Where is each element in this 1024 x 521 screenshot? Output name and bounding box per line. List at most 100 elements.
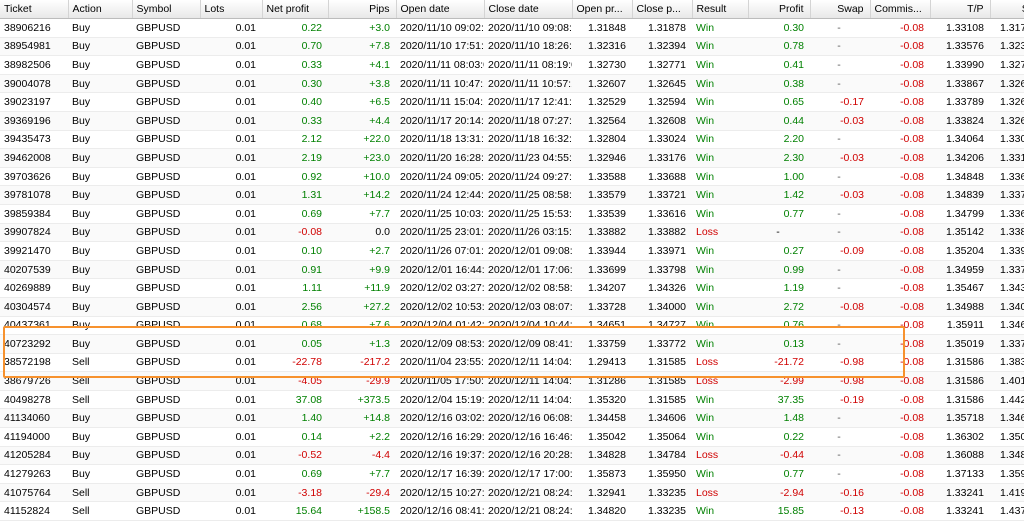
cell-commission: -0.08 — [870, 334, 930, 354]
table-row[interactable]: 40304574 Buy GBPUSD 0.01 2.56 +27.2 2020/12/02… — [0, 297, 1024, 317]
cell-close-date: 2020/11/10 09:08:... — [484, 18, 572, 38]
table-row[interactable]: 39907824 Buy GBPUSD 0.01 -0.08 0.0 2020/11/25 … — [0, 223, 1024, 243]
col-header-open-date[interactable]: Open date — [396, 0, 485, 19]
table-row[interactable]: 39781078 Buy GBPUSD 0.01 1.31 +14.2 2020/11/24… — [0, 185, 1024, 205]
cell-net-profit: 0.40 — [262, 92, 328, 112]
col-header-action[interactable]: Action — [68, 0, 133, 19]
table-row[interactable]: 41134060 Buy GBPUSD 0.01 1.40 +14.8 2020/12/16… — [0, 408, 1024, 429]
col-header-result[interactable]: Result — [692, 0, 749, 19]
table-row[interactable]: 39921470 Buy GBPUSD 0.01 0.10 +2.7 2020/11/26 … — [0, 241, 1024, 261]
table-row[interactable]: 40437361 Buy GBPUSD 0.01 0.68 +7.6 2020/12/04 … — [0, 316, 1024, 336]
table-row[interactable]: 38679726 Sell GBPUSD 0.01 -4.05 -29.9 2020/11/… — [0, 371, 1024, 391]
table-row[interactable]: 39703626 Buy GBPUSD 0.01 0.92 +10.0 2020/11/24… — [0, 167, 1024, 187]
cell-action: Sell — [68, 371, 132, 391]
table-row[interactable]: 39023197 Buy GBPUSD 0.01 0.40 +6.5 2020/11/11 … — [0, 92, 1024, 112]
table-row[interactable]: 39462008 Buy GBPUSD 0.01 2.19 +23.0 2020/11/20… — [0, 148, 1024, 168]
cell-close-date: 2020/12/01 09:08:... — [484, 241, 572, 261]
table-row[interactable]: 38906216 Buy GBPUSD 0.01 0.22 +3.0 2020/11/10 … — [0, 18, 1024, 38]
cell-lots: 0.01 — [200, 334, 262, 354]
cell-pips: +14.2 — [328, 185, 396, 205]
cell-action: Buy — [68, 18, 132, 38]
col-header-open-price[interactable]: Open pr... — [572, 0, 633, 19]
cell-action: Buy — [68, 223, 132, 243]
cell-close-date: 2020/12/04 10:44:... — [484, 316, 572, 336]
cell-symbol: GBPUSD — [132, 111, 200, 131]
cell-ticket: 38906216 — [0, 18, 68, 38]
table-row[interactable]: 41152824 Sell GBPUSD 0.01 15.64 +158.5 2020/12… — [0, 501, 1024, 521]
cell-ticket: 41075764 — [0, 483, 68, 503]
cell-ticket: 39369196 — [0, 111, 68, 131]
cell-swap: -0.98 — [810, 371, 870, 391]
cell-profit: 37.35 — [748, 390, 810, 410]
cell-ticket: 41205284 — [0, 446, 68, 466]
cell-net-profit: 0.68 — [262, 316, 328, 336]
table-row[interactable]: 41205284 Buy GBPUSD 0.01 -0.52 -4.4 2020/12/16… — [0, 446, 1024, 466]
cell-action: Buy — [68, 316, 132, 336]
cell-ticket: 41152824 — [0, 501, 68, 521]
cell-symbol: GBPUSD — [132, 260, 200, 280]
cell-profit: 15.85 — [748, 501, 810, 521]
cell-result: Loss — [692, 223, 748, 243]
table-row[interactable]: 39435473 Buy GBPUSD 0.01 2.12 +22.0 2020/11/18… — [0, 130, 1024, 150]
col-header-sl[interactable]: S/L — [990, 0, 1024, 19]
cell-open-price: 1.32529 — [572, 92, 632, 112]
table-row[interactable]: 39859384 Buy GBPUSD 0.01 0.69 +7.7 2020/11/25 … — [0, 204, 1024, 224]
table-row[interactable]: 38982506 Buy GBPUSD 0.01 0.33 +4.1 2020/11/11 … — [0, 55, 1024, 75]
cell-pips: -4.4 — [328, 446, 396, 466]
cell-pips: +11.9 — [328, 278, 396, 298]
col-header-swap[interactable]: Swap — [810, 0, 871, 19]
col-header-pips[interactable]: Pips — [328, 0, 397, 19]
col-header-net-profit[interactable]: Net profit — [262, 0, 329, 19]
cell-sl: 1.44220 — [990, 390, 1024, 410]
cell-symbol: GBPUSD — [132, 501, 200, 521]
table-row[interactable]: 40269889 Buy GBPUSD 0.01 1.11 +11.9 2020/12/02… — [0, 278, 1024, 298]
cell-close-date: 2020/12/11 14:04:... — [484, 371, 572, 391]
col-header-commission[interactable]: Commis... — [870, 0, 931, 19]
table-row[interactable]: 40498278 Sell GBPUSD 0.01 37.08 +373.5 2020/12… — [0, 390, 1024, 410]
cell-commission: -0.08 — [870, 260, 930, 280]
cell-open-date: 2020/12/15 10:27:... — [396, 483, 484, 503]
cell-profit: 0.77 — [748, 204, 810, 224]
table-row[interactable]: 40207539 Buy GBPUSD 0.01 0.91 +9.9 2020/12/01 … — [0, 260, 1024, 280]
col-header-symbol[interactable]: Symbol — [132, 0, 201, 19]
col-header-profit[interactable]: Profit — [748, 0, 811, 19]
cell-commission: -0.08 — [870, 297, 930, 317]
cell-action: Buy — [68, 278, 132, 298]
cell-close-date: 2020/12/01 17:06:... — [484, 260, 572, 280]
cell-swap: -0.16 — [810, 483, 870, 503]
cell-action: Buy — [68, 297, 132, 317]
cell-commission: -0.08 — [870, 241, 930, 261]
cell-tp: 1.33241 — [930, 483, 990, 503]
table-row[interactable]: 41279263 Buy GBPUSD 0.01 0.69 +7.7 2020/12/17 … — [0, 464, 1024, 484]
table-row[interactable]: 38572198 Sell GBPUSD 0.01 -22.78 -217.2 2020/1… — [0, 353, 1024, 373]
table-row[interactable]: 39369196 Buy GBPUSD 0.01 0.33 +4.4 2020/11/17 … — [0, 111, 1024, 131]
cell-close-price: 1.34000 — [632, 297, 692, 317]
table-row[interactable]: 40723292 Buy GBPUSD 0.01 0.05 +1.3 2020/12/09 … — [0, 334, 1024, 354]
cell-close-date: 2020/12/02 08:58:... — [484, 278, 572, 298]
cell-profit: - — [748, 223, 810, 243]
cell-open-date: 2020/11/05 17:50:... — [396, 371, 484, 391]
table-row[interactable]: 38954981 Buy GBPUSD 0.01 0.70 +7.8 2020/11/10 … — [0, 37, 1024, 57]
cell-close-price: 1.33235 — [632, 483, 692, 503]
cell-tp: 1.33241 — [930, 501, 990, 521]
cell-commission: -0.08 — [870, 483, 930, 503]
col-header-close-date[interactable]: Close date — [484, 0, 573, 19]
table-row[interactable]: 39004078 Buy GBPUSD 0.01 0.30 +3.8 2020/11/11 … — [0, 74, 1024, 94]
cell-swap: - — [810, 334, 870, 354]
cell-net-profit: 0.69 — [262, 464, 328, 484]
table-row[interactable]: 41194000 Buy GBPUSD 0.01 0.14 +2.2 2020/12/16 … — [0, 427, 1024, 447]
col-header-close-price[interactable]: Close p... — [632, 0, 693, 19]
cell-open-price: 1.34820 — [572, 501, 632, 521]
cell-open-price: 1.34458 — [572, 408, 632, 429]
col-header-tp[interactable]: T/P — [930, 0, 991, 19]
cell-ticket: 39703626 — [0, 167, 68, 187]
cell-sl: 1.33969 — [990, 241, 1024, 261]
cell-action: Sell — [68, 353, 132, 373]
cell-open-date: 2020/11/04 23:55:... — [396, 353, 484, 373]
cell-swap: - — [810, 408, 870, 429]
col-header-ticket[interactable]: Ticket — [0, 0, 69, 19]
col-header-lots[interactable]: Lots — [200, 0, 263, 19]
cell-action: Buy — [68, 241, 132, 261]
cell-ticket: 38954981 — [0, 37, 68, 57]
table-row[interactable]: 41075764 Sell GBPUSD 0.01 -3.18 -29.4 2020/12/… — [0, 483, 1024, 503]
